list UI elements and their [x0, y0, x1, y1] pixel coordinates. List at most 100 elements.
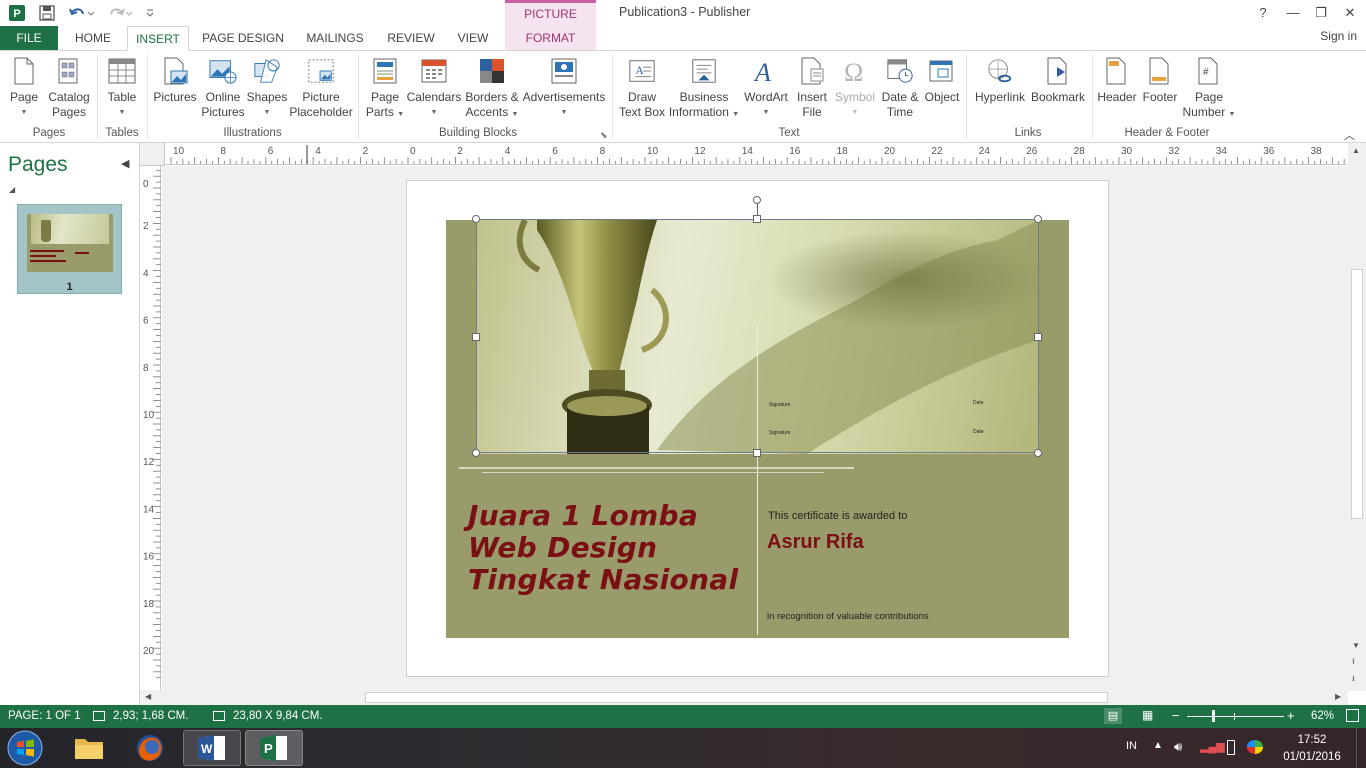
horizontal-ruler[interactable]: 10 8 6 4 2 0 2 4 6 8 10 12 14 16 18 20 22 24 26 28 30 32 34 36 3… — [165, 143, 1348, 165]
resize-handle[interactable] — [472, 449, 480, 457]
calendars-button[interactable]: Calendars ▼ — [406, 55, 462, 120]
customize-qat-icon[interactable] — [142, 3, 158, 23]
tab-view[interactable]: VIEW — [448, 26, 498, 50]
page-button[interactable]: Page ▼ — [4, 55, 44, 120]
recognition-text[interactable]: in recognition of valuable contributions — [767, 611, 929, 622]
clock-time[interactable]: 17:52 — [1282, 734, 1342, 746]
vertical-scrollbar[interactable]: ▲ ▼ ⭱ ⭳ — [1348, 143, 1366, 691]
rotation-handle[interactable] — [753, 196, 761, 204]
tab-format[interactable]: FORMAT — [505, 26, 596, 50]
resize-handle[interactable] — [753, 449, 761, 457]
tab-file[interactable]: FILE — [0, 26, 58, 50]
page-parts-button[interactable]: Page Parts ▼ — [362, 55, 408, 122]
tab-home[interactable]: HOME — [66, 26, 120, 50]
tab-mailings[interactable]: MAILINGS — [298, 26, 372, 50]
volume-icon[interactable]: 🔊︎ — [1174, 739, 1182, 755]
ruler-corner[interactable] — [140, 143, 165, 166]
taskbar-publisher[interactable]: P — [245, 730, 303, 766]
picture-selection-frame[interactable] — [476, 219, 1039, 453]
footer-button[interactable]: Footer — [1140, 55, 1180, 105]
document-canvas[interactable]: Signature Date Signature Date Juara 1 Lo… — [162, 166, 1348, 690]
publication-page[interactable]: Signature Date Signature Date Juara 1 Lo… — [406, 180, 1109, 677]
vertical-ruler[interactable]: 0 2 4 6 8 10 12 14 16 18 20 — [140, 166, 161, 691]
hyperlink-button[interactable]: Hyperlink — [970, 55, 1030, 105]
chrome-tray-icon[interactable] — [1247, 740, 1263, 754]
draw-text-box-button[interactable]: A Draw Text Box — [616, 55, 668, 120]
zoom-level[interactable]: 62% — [1311, 710, 1334, 722]
publisher-app-icon[interactable]: P — [6, 3, 28, 23]
network-icon[interactable]: ▂▄▆ — [1200, 740, 1225, 753]
zoom-slider-track[interactable] — [1187, 716, 1284, 717]
borders-accents-button[interactable]: Borders & Accents ▼ — [462, 55, 522, 122]
vertical-scroll-thumb[interactable] — [1351, 269, 1363, 519]
header-button[interactable]: Header — [1096, 55, 1138, 105]
certificate-title[interactable]: Juara 1 Lomba Web Design Tingkat Nasiona… — [468, 500, 738, 596]
horizontal-scroll-thumb[interactable] — [365, 692, 1108, 703]
taskbar-firefox[interactable] — [121, 730, 179, 766]
show-desktop-button[interactable] — [1356, 728, 1366, 768]
collapse-ribbon-icon[interactable]: ︿ — [1344, 127, 1355, 143]
awarded-to-text[interactable]: This certificate is awarded to — [768, 510, 907, 522]
object-button[interactable]: Object — [922, 55, 962, 105]
undo-icon[interactable] — [66, 3, 96, 23]
save-icon[interactable] — [36, 3, 58, 23]
table-button[interactable]: Table ▼ — [101, 55, 143, 120]
single-page-view-icon[interactable]: ▤ — [1104, 708, 1122, 724]
scroll-up-icon[interactable]: ▲ — [1352, 146, 1360, 155]
battery-icon[interactable] — [1227, 740, 1235, 755]
next-page-icon[interactable]: ⭳ — [1352, 673, 1355, 687]
shapes-button[interactable]: Shapes ▼ — [246, 55, 288, 120]
picture-placeholder-icon — [307, 55, 335, 87]
clock-date[interactable]: 01/01/2016 — [1276, 751, 1348, 763]
section-expand-icon[interactable]: ◢ — [9, 185, 15, 194]
tab-page-design[interactable]: PAGE DESIGN — [197, 26, 289, 50]
resize-handle[interactable] — [1034, 449, 1042, 457]
tab-review[interactable]: REVIEW — [382, 26, 440, 50]
close-button[interactable]: ✕ — [1338, 3, 1362, 23]
scroll-left-icon[interactable]: ◀ — [145, 692, 151, 701]
page-thumbnail[interactable]: 1 — [17, 204, 122, 294]
sign-in-link[interactable]: Sign in — [1320, 26, 1357, 46]
zoom-out-icon[interactable]: − — [1172, 708, 1180, 723]
resize-handle[interactable] — [1034, 333, 1042, 341]
input-language[interactable]: IN — [1126, 740, 1137, 752]
insert-file-button[interactable]: Insert File — [792, 55, 832, 120]
help-button[interactable]: ? — [1251, 3, 1275, 23]
page-indicator[interactable]: PAGE: 1 OF 1 — [8, 710, 81, 722]
resize-handle[interactable] — [472, 215, 480, 223]
wordart-button[interactable]: A WordArt ▼ — [742, 55, 790, 120]
start-button[interactable] — [5, 729, 45, 767]
scroll-down-icon[interactable]: ▼ — [1352, 641, 1360, 650]
pictures-button[interactable]: Pictures — [151, 55, 199, 105]
scroll-right-icon[interactable]: ▶ — [1335, 692, 1341, 701]
taskbar-word[interactable]: W — [183, 730, 241, 766]
dialog-launcher-icon[interactable]: ⬊ — [600, 130, 608, 141]
page-icon — [10, 55, 38, 87]
online-pictures-button[interactable]: Online Pictures — [200, 55, 246, 120]
two-page-view-icon[interactable]: ▦ — [1142, 708, 1153, 722]
page-number-button[interactable]: # Page Number ▼ — [1180, 55, 1238, 122]
picture-placeholder-button[interactable]: Picture Placeholder — [288, 55, 354, 120]
bookmark-button[interactable]: Bookmark — [1030, 55, 1086, 105]
show-hidden-icons[interactable]: ▲ — [1153, 740, 1163, 751]
catalog-pages-button[interactable]: Catalog Pages — [44, 55, 94, 120]
previous-page-icon[interactable]: ⭱ — [1352, 656, 1355, 670]
resize-handle[interactable] — [1034, 215, 1042, 223]
svg-text:P: P — [264, 741, 273, 756]
date-time-button[interactable]: Date & Time — [878, 55, 922, 120]
resize-handle[interactable] — [753, 215, 761, 223]
taskbar-file-explorer[interactable] — [60, 730, 118, 766]
business-information-button[interactable]: Business Information ▼ — [666, 55, 742, 122]
zoom-in-icon[interactable]: + — [1287, 708, 1295, 723]
restore-button[interactable]: ❐ — [1309, 3, 1333, 23]
minimize-button[interactable]: — — [1281, 3, 1305, 23]
horizontal-scrollbar[interactable]: ◀ ▶ — [140, 690, 1348, 705]
collapse-pane-icon[interactable]: ◀ — [121, 157, 129, 170]
zoom-slider-thumb[interactable] — [1212, 710, 1215, 722]
recipient-name[interactable]: Asrur Rifa — [767, 531, 864, 554]
fit-page-icon[interactable] — [1346, 709, 1359, 722]
resize-handle[interactable] — [472, 333, 480, 341]
advertisements-button[interactable]: Advertisements ▼ — [522, 55, 606, 120]
tab-insert[interactable]: INSERT — [127, 26, 189, 51]
redo-icon[interactable] — [104, 3, 134, 23]
